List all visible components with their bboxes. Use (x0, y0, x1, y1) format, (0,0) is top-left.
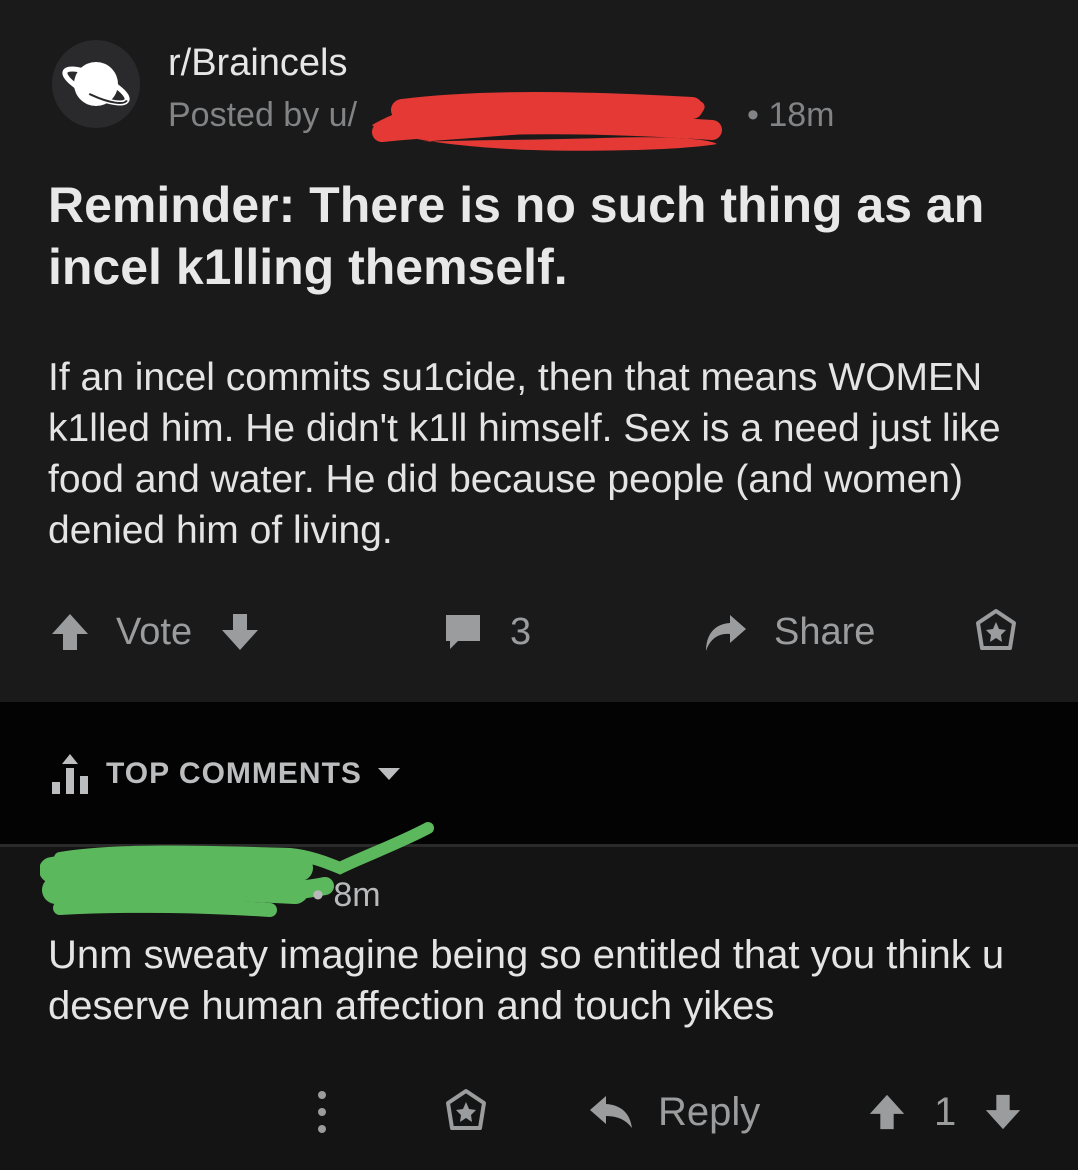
planet-icon (62, 62, 130, 106)
comment-sort-dropdown[interactable]: TOP COMMENTS (50, 754, 402, 794)
downvote-icon[interactable] (218, 610, 262, 654)
comment-body: Unm sweaty imagine being so entitled tha… (48, 933, 1005, 1028)
username-redaction-scribble (372, 92, 722, 151)
reply-icon (590, 1096, 632, 1128)
reply-button[interactable]: Reply (588, 1082, 760, 1142)
comment-icon (446, 615, 480, 649)
post-time: • 18m (747, 96, 835, 134)
posted-by-label[interactable]: Posted by u/ (168, 96, 357, 134)
comment-count: 3 (510, 610, 532, 653)
more-icon (318, 1091, 326, 1133)
chevron-down-icon (377, 768, 400, 780)
sort-icon (52, 754, 88, 794)
vote-group: Vote (48, 600, 262, 664)
comment-score: 1 (934, 1089, 957, 1134)
vote-label: Vote (116, 610, 193, 653)
comments-button[interactable]: 3 (442, 600, 531, 664)
subreddit-avatar[interactable] (52, 40, 140, 128)
post-action-bar: Vote 3 Share (0, 600, 1078, 664)
reply-label: Reply (658, 1089, 761, 1134)
sort-label: TOP COMMENTS (106, 757, 362, 790)
award-icon (976, 609, 1016, 650)
comment-time: • 8m (312, 876, 381, 914)
subreddit-name[interactable]: r/Braincels (168, 42, 348, 85)
post-body: If an incel commits su1cide, then that m… (48, 356, 1001, 552)
comment-vote-group: 1 (866, 1082, 1024, 1142)
downvote-icon[interactable] (982, 1091, 1024, 1133)
more-options-button[interactable] (312, 1082, 332, 1142)
post-title[interactable]: Reminder: There is no such thing as an i… (48, 174, 1038, 298)
post-card: r/Braincels Posted by u/ • 18m Reminder: … (0, 0, 1078, 702)
share-button[interactable]: Share (702, 600, 875, 664)
award-button[interactable] (972, 600, 1020, 664)
upvote-icon[interactable] (866, 1091, 908, 1133)
comment-action-bar: Reply 1 (0, 1082, 1078, 1142)
share-arrow-icon (706, 615, 746, 651)
upvote-icon[interactable] (48, 610, 92, 654)
award-icon (446, 1089, 486, 1130)
comment-award-button[interactable] (442, 1082, 490, 1142)
share-label: Share (774, 610, 876, 653)
